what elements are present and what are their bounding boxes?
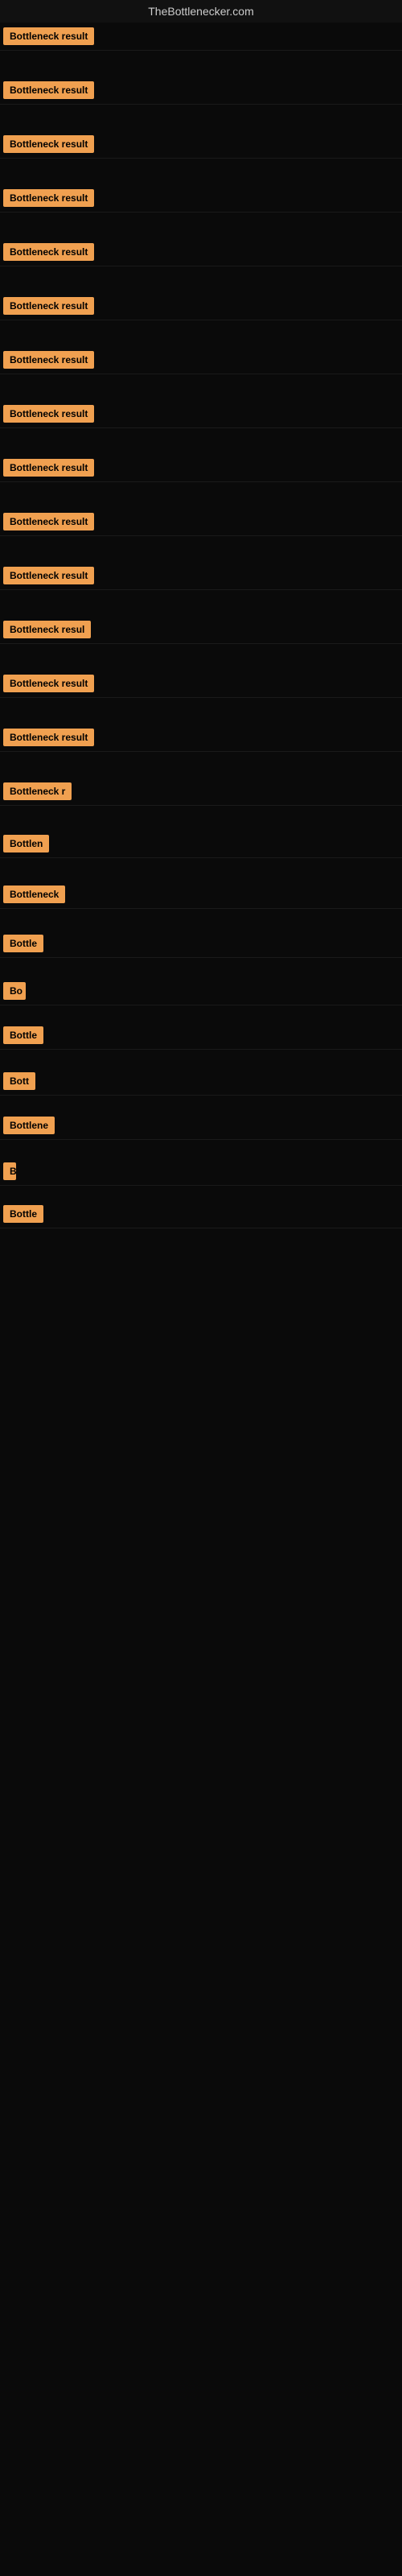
bottleneck-result-badge[interactable]: Bottlene [3,1117,55,1134]
list-item: Bottleneck result [0,76,402,105]
list-item: Bottleneck r [0,778,402,806]
bottleneck-result-badge[interactable]: Bottle [3,1026,43,1044]
bottleneck-result-badge[interactable]: Bottle [3,1205,43,1223]
bottleneck-result-badge[interactable]: Bottleneck result [3,729,94,746]
bottleneck-result-badge[interactable]: Bottleneck [3,886,65,903]
bottleneck-result-badge[interactable]: Bottleneck result [3,243,94,261]
list-item: Bottleneck result [0,508,402,536]
list-item: Bottleneck result [0,562,402,590]
bottleneck-result-badge[interactable]: Bottleneck result [3,135,94,153]
bottleneck-result-badge[interactable]: Bottleneck result [3,351,94,369]
bottleneck-result-badge[interactable]: Bottlen [3,835,49,852]
list-item: Bottleneck result [0,670,402,698]
list-item: Bottleneck result [0,23,402,51]
bottleneck-result-badge[interactable]: Bottle [3,935,43,952]
bottleneck-result-badge[interactable]: Bottleneck result [3,81,94,99]
bottleneck-result-badge[interactable]: Bottleneck result [3,297,94,315]
list-item: Bottleneck result [0,184,402,213]
bottleneck-result-badge[interactable]: Bottleneck result [3,27,94,45]
results-list: Bottleneck result Bottleneck result Bottle… [0,23,402,1228]
bottleneck-result-badge[interactable]: B [3,1162,16,1180]
bottleneck-result-badge[interactable]: Bottleneck result [3,513,94,530]
list-item: Bottleneck result [0,454,402,482]
list-item: Bottleneck result [0,724,402,752]
list-item: Bottleneck result [0,346,402,374]
list-item: Bottleneck result [0,238,402,266]
list-item: B [0,1158,402,1186]
list-item: Bottleneck result [0,292,402,320]
list-item: Bottle [0,1022,402,1050]
bottleneck-result-badge[interactable]: Bottleneck result [3,567,94,584]
bottleneck-result-badge[interactable]: Bottleneck result [3,405,94,423]
list-item: Bottleneck resul [0,616,402,644]
list-item: Bottleneck result [0,130,402,159]
bottleneck-result-badge[interactable]: Bottleneck result [3,189,94,207]
list-item: Bo [0,977,402,1005]
list-item: Bottlene [0,1112,402,1140]
bottleneck-result-badge[interactable]: Bottleneck result [3,459,94,477]
list-item: Bottlen [0,830,402,858]
list-item: Bottleneck result [0,400,402,428]
list-item: Bottleneck [0,881,402,909]
list-item: Bottle [0,1200,402,1228]
site-header: TheBottlenecker.com [0,0,402,23]
bottleneck-result-badge[interactable]: Bottleneck r [3,782,72,800]
list-item: Bott [0,1067,402,1096]
bottleneck-result-badge[interactable]: Bott [3,1072,35,1090]
list-item: Bottle [0,930,402,958]
bottleneck-result-badge[interactable]: Bottleneck resul [3,621,91,638]
bottleneck-result-badge[interactable]: Bo [3,982,26,1000]
site-title: TheBottlenecker.com [0,0,402,23]
bottleneck-result-badge[interactable]: Bottleneck result [3,675,94,692]
